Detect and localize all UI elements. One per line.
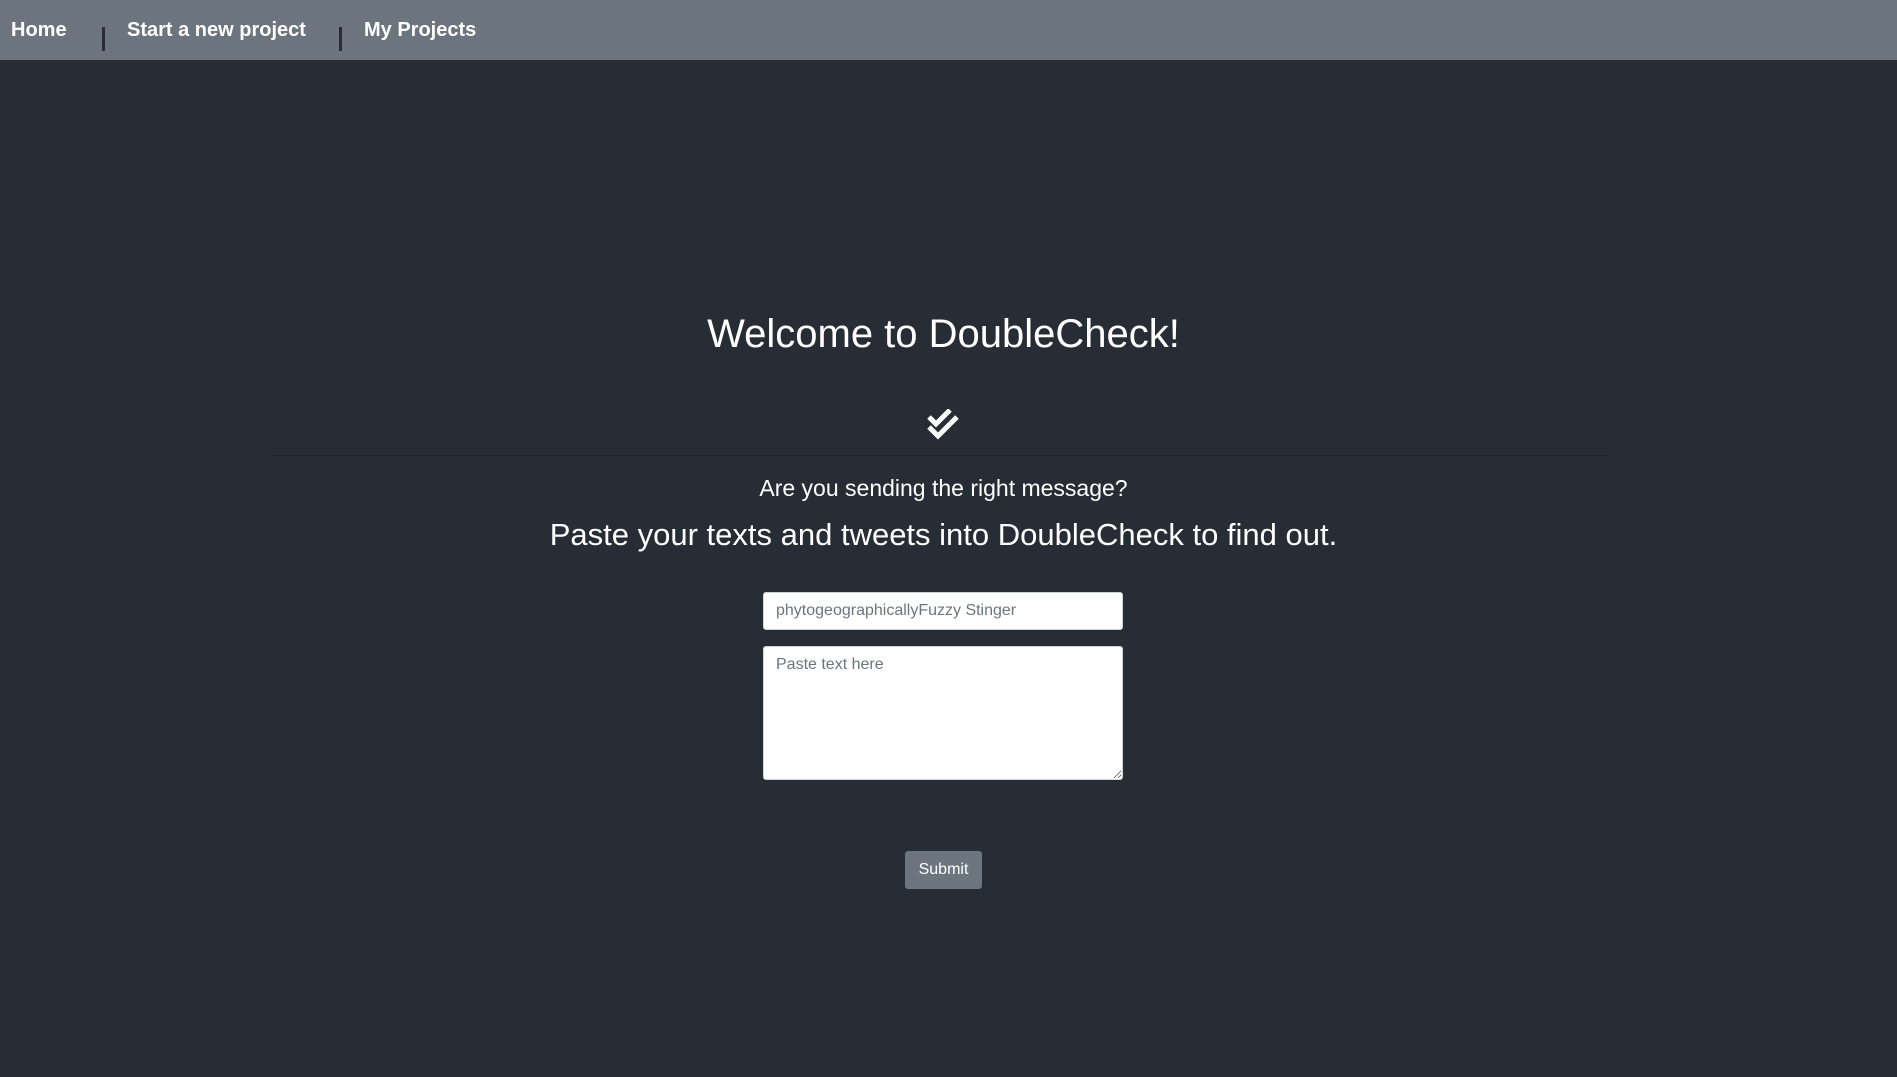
divider bbox=[270, 455, 1610, 456]
page-title: Welcome to DoubleCheck! bbox=[707, 312, 1180, 356]
submit-button[interactable]: Submit bbox=[905, 851, 982, 889]
tagline-question: Are you sending the right message? bbox=[759, 475, 1128, 501]
project-name-input[interactable] bbox=[763, 592, 1123, 630]
nav-separator bbox=[339, 27, 342, 51]
nav-home-link[interactable]: Home bbox=[11, 18, 67, 42]
nav-my-projects-link[interactable]: My Projects bbox=[364, 18, 476, 42]
double-check-icon bbox=[927, 409, 959, 440]
paste-text-area[interactable] bbox=[763, 646, 1123, 780]
top-navbar: Home Start a new project My Projects bbox=[0, 0, 1897, 60]
nav-start-project-link[interactable]: Start a new project bbox=[127, 18, 306, 42]
main-content: Welcome to DoubleCheck! Are you sending … bbox=[0, 60, 1897, 1077]
nav-separator bbox=[102, 27, 105, 51]
lead-text: Paste your texts and tweets into DoubleC… bbox=[549, 517, 1338, 552]
